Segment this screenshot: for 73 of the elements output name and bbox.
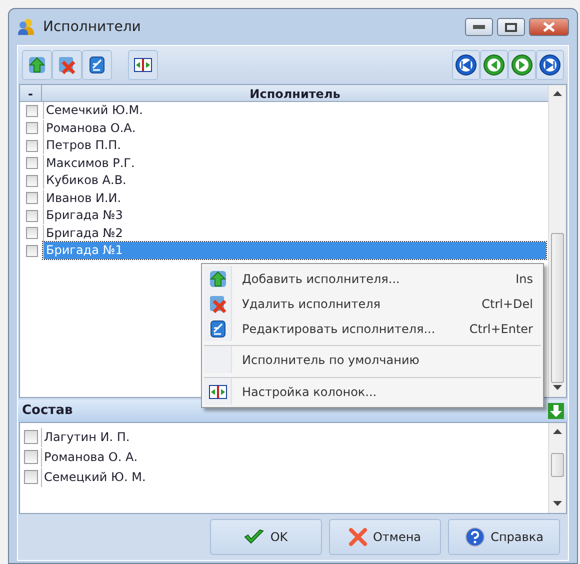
- table-cell[interactable]: Иванов И.И.: [43, 190, 122, 207]
- scroll-down-icon[interactable]: [553, 385, 562, 390]
- table-cell[interactable]: Петров П.П.: [43, 137, 121, 154]
- section-title: Состав: [22, 402, 73, 420]
- up-arrow-icon: [208, 270, 226, 288]
- table-cell[interactable]: Максимов Р.Г.: [43, 154, 135, 172]
- minimize-icon: [473, 25, 485, 29]
- edit-icon: [208, 320, 226, 338]
- list-item[interactable]: Романова О. А.: [41, 448, 138, 466]
- scrollbar[interactable]: [548, 85, 566, 397]
- list-item[interactable]: Семецкий Ю. М.: [41, 468, 146, 486]
- maximize-icon: [505, 22, 517, 32]
- columns-icon: [208, 384, 226, 398]
- up-arrow-icon: [28, 56, 46, 74]
- checkbox[interactable]: [24, 430, 38, 444]
- menu-item[interactable]: Удалить исполнителя Ctrl+Del: [204, 291, 541, 316]
- cancel-button[interactable]: Отмена: [329, 519, 441, 555]
- scroll-thumb[interactable]: [551, 233, 564, 383]
- table-cell[interactable]: Семечкий Ю.М.: [43, 102, 143, 120]
- checkbox[interactable]: [24, 450, 38, 464]
- menu-item[interactable]: Настройка колонок...: [204, 377, 541, 405]
- column-header[interactable]: Исполнитель: [42, 85, 548, 101]
- column-header[interactable]: -: [20, 85, 42, 101]
- list-item[interactable]: Лагутин И. П.: [41, 428, 130, 446]
- scroll-up-icon[interactable]: [553, 91, 562, 96]
- back-button[interactable]: [480, 50, 508, 80]
- menu-item[interactable]: Добавить исполнителя... Ins: [204, 266, 541, 291]
- edit-icon: [88, 56, 106, 74]
- checkbox[interactable]: [26, 192, 38, 204]
- columns-icon: [134, 58, 152, 72]
- delete-icon: [208, 294, 226, 312]
- delete-button[interactable]: [52, 50, 82, 80]
- ok-button[interactable]: OK: [210, 519, 322, 555]
- skip-forward-icon: [539, 54, 561, 76]
- checkbox[interactable]: [26, 244, 38, 257]
- menu-item[interactable]: Редактировать исполнителя... Ctrl+Enter: [204, 316, 541, 341]
- users-icon: [17, 18, 35, 36]
- back-icon: [483, 54, 505, 76]
- checkbox[interactable]: [26, 227, 38, 240]
- skip-back-icon: [455, 54, 477, 76]
- edit-button[interactable]: [82, 50, 112, 80]
- table-cell[interactable]: Кубиков А.В.: [43, 172, 126, 190]
- help-button[interactable]: Справка: [448, 519, 560, 555]
- checkbox[interactable]: [26, 174, 38, 187]
- forward-button[interactable]: [508, 50, 536, 80]
- delete-icon: [58, 56, 76, 74]
- forward-icon: [511, 54, 533, 76]
- table-cell[interactable]: Романова О.А.: [43, 120, 136, 137]
- menu-item[interactable]: Исполнитель по умолчанию: [204, 345, 541, 373]
- up-arrow-button[interactable]: [22, 50, 52, 80]
- scroll-up-icon[interactable]: [553, 429, 562, 434]
- maximize-button[interactable]: [497, 18, 525, 36]
- skip-back-button[interactable]: [452, 50, 480, 80]
- checkbox[interactable]: [26, 140, 38, 152]
- minimize-button[interactable]: [465, 18, 493, 36]
- close-button[interactable]: [529, 18, 569, 36]
- down-arrow-button[interactable]: [548, 403, 564, 419]
- skip-forward-button[interactable]: [536, 50, 564, 80]
- scrollbar[interactable]: [548, 423, 566, 513]
- columns-button[interactable]: [128, 50, 158, 80]
- checkbox[interactable]: [26, 122, 38, 134]
- checkbox[interactable]: [26, 210, 38, 222]
- scroll-thumb[interactable]: [551, 453, 564, 477]
- checkbox[interactable]: [26, 104, 38, 117]
- scroll-down-icon[interactable]: [553, 501, 562, 506]
- check-icon: [244, 529, 264, 545]
- table-cell[interactable]: Бригада №3: [43, 207, 123, 224]
- cross-icon: [348, 528, 367, 546]
- window-title: Исполнители: [43, 18, 142, 36]
- close-icon: [543, 22, 555, 32]
- checkbox[interactable]: [24, 470, 38, 484]
- checkbox[interactable]: [26, 157, 38, 170]
- help-icon: [464, 527, 485, 547]
